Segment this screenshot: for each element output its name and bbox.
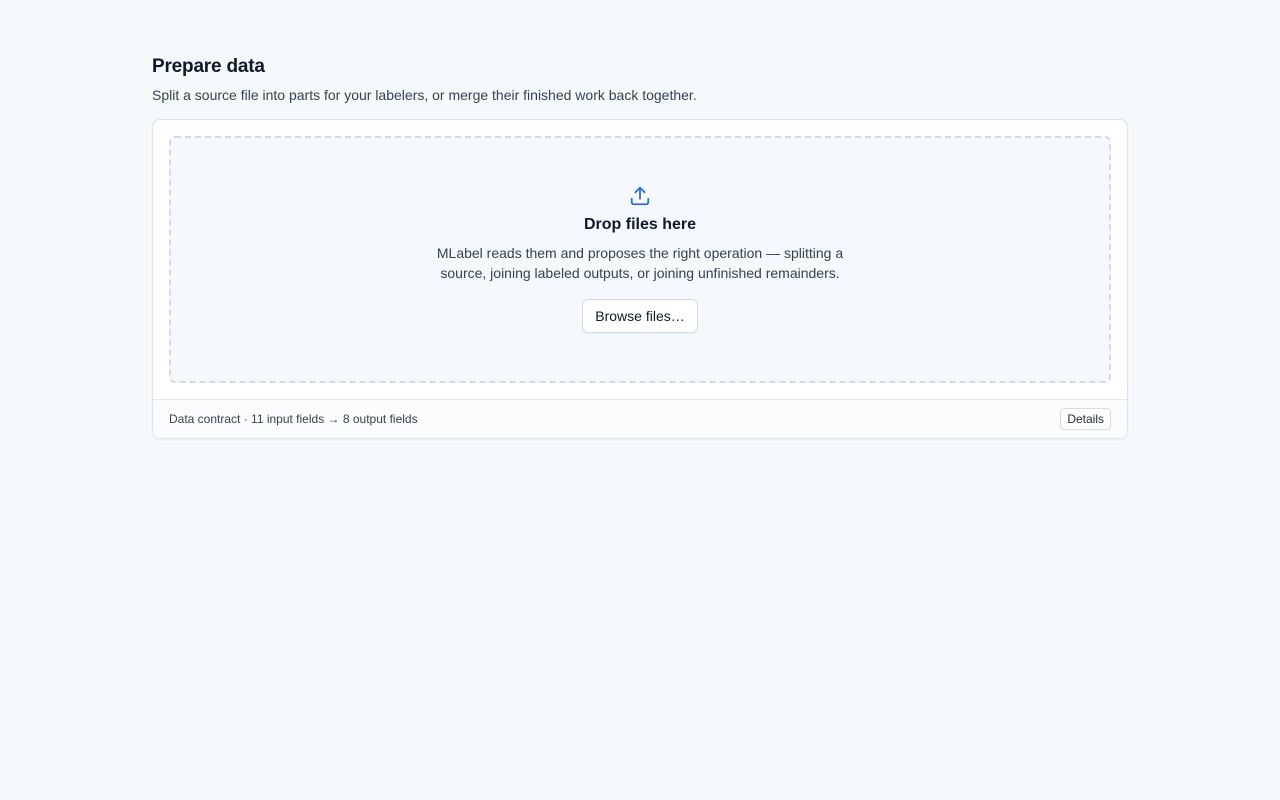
upload-icon [630, 186, 650, 206]
page-subtitle: Split a source file into parts for your … [152, 87, 697, 103]
browse-files-button[interactable]: Browse files… [582, 299, 698, 333]
data-contract-summary: Data contract · 11 input fields → 8 outp… [169, 412, 418, 426]
dropzone-title: Drop files here [583, 216, 697, 233]
file-dropzone[interactable]: Drop files here MLabel reads them and pr… [169, 136, 1111, 383]
prepare-data-page: Prepare data Split a source file into pa… [152, 55, 1128, 439]
page-title: Prepare data [152, 56, 265, 77]
prepare-data-card: Drop files here MLabel reads them and pr… [152, 119, 1128, 439]
details-button[interactable]: Details [1060, 408, 1111, 430]
card-footer: Data contract · 11 input fields → 8 outp… [153, 399, 1127, 438]
dropzone-description: MLabel reads them and proposes the right… [436, 245, 844, 281]
